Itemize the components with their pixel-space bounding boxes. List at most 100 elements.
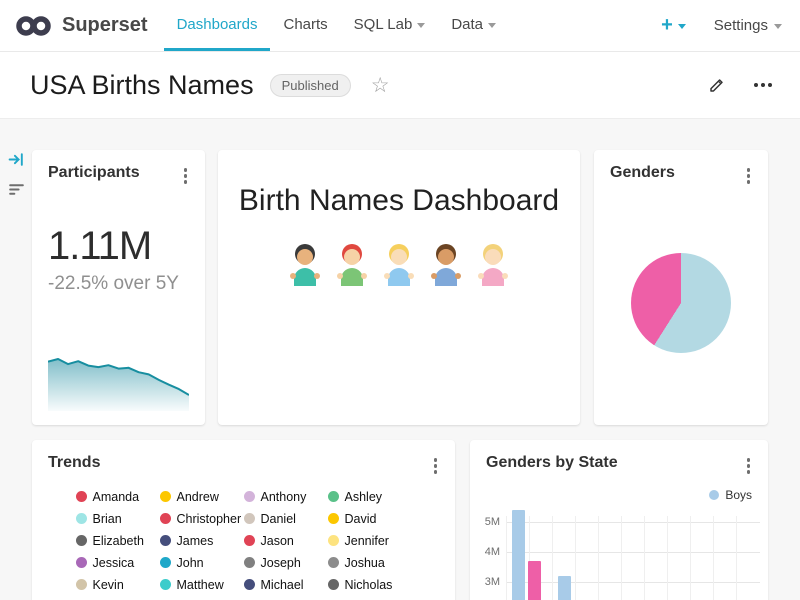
genders-by-state-card: Genders by State Boys 5M 4M 3M bbox=[470, 440, 768, 600]
legend-label: Brian bbox=[93, 512, 122, 526]
legend-label: Andrew bbox=[177, 490, 219, 504]
gridline bbox=[690, 516, 691, 600]
y-axis-tick: 3M bbox=[472, 576, 500, 588]
child-figure bbox=[286, 242, 324, 288]
legend-dot bbox=[160, 535, 171, 546]
gridline bbox=[552, 516, 553, 600]
gridline bbox=[506, 552, 760, 553]
legend-item-brian[interactable]: Brian bbox=[76, 512, 160, 526]
legend-item-michael[interactable]: Michael bbox=[244, 578, 328, 592]
main-nav: Dashboards Charts SQL Lab Data bbox=[164, 0, 509, 51]
trends-card-title: Trends bbox=[48, 454, 100, 472]
legend-dot bbox=[76, 557, 87, 568]
gridline bbox=[644, 516, 645, 600]
legend-dot bbox=[160, 491, 171, 502]
legend-dot bbox=[328, 579, 339, 590]
gridline bbox=[736, 516, 737, 600]
legend-item-joshua[interactable]: Joshua bbox=[328, 556, 412, 570]
legend-dot bbox=[328, 491, 339, 502]
legend-dot bbox=[160, 579, 171, 590]
kebab-menu-icon[interactable] bbox=[741, 454, 757, 478]
status-badge[interactable]: Published bbox=[270, 74, 351, 97]
legend-item-james[interactable]: James bbox=[160, 534, 244, 548]
legend-dot bbox=[160, 513, 171, 524]
gridline bbox=[506, 522, 760, 523]
favorite-star-icon[interactable]: ☆ bbox=[371, 73, 390, 98]
legend-label: Michael bbox=[261, 578, 304, 592]
legend-item-joseph[interactable]: Joseph bbox=[244, 556, 328, 570]
legend-label: Anthony bbox=[261, 490, 307, 504]
legend-item-boys[interactable]: Boys bbox=[709, 488, 752, 502]
child-figure bbox=[474, 242, 512, 288]
legend-label: Joshua bbox=[345, 556, 385, 570]
legend-label: James bbox=[177, 534, 214, 548]
kebab-menu-icon[interactable] bbox=[178, 164, 194, 188]
kebab-menu-icon[interactable] bbox=[428, 454, 444, 478]
legend-item-david[interactable]: David bbox=[328, 512, 412, 526]
legend-item-andrew[interactable]: Andrew bbox=[160, 490, 244, 504]
y-axis-tick: 4M bbox=[472, 546, 500, 558]
legend-item-john[interactable]: John bbox=[160, 556, 244, 570]
legend-label: Jason bbox=[261, 534, 294, 548]
nav-charts[interactable]: Charts bbox=[270, 0, 340, 51]
legend-item-nicholas[interactable]: Nicholas bbox=[328, 578, 412, 592]
legend-item-jason[interactable]: Jason bbox=[244, 534, 328, 548]
gridline bbox=[621, 516, 622, 600]
legend-item-jennifer[interactable]: Jennifer bbox=[328, 534, 412, 548]
legend-item-elizabeth[interactable]: Elizabeth bbox=[76, 534, 160, 548]
dashboard-header: USA Births Names Published ☆ bbox=[0, 52, 800, 119]
legend-label: Joseph bbox=[261, 556, 301, 570]
legend-item-jessica[interactable]: Jessica bbox=[76, 556, 160, 570]
kebab-menu-icon[interactable] bbox=[741, 164, 757, 188]
children-illustration bbox=[218, 242, 580, 288]
expand-filter-bar-icon[interactable] bbox=[8, 151, 25, 168]
legend-dot bbox=[160, 557, 171, 568]
legend-item-daniel[interactable]: Daniel bbox=[244, 512, 328, 526]
legend-dot bbox=[76, 535, 87, 546]
genders-pie-chart[interactable] bbox=[631, 253, 731, 353]
legend-label: Jennifer bbox=[345, 534, 389, 548]
nav-dashboards[interactable]: Dashboards bbox=[164, 0, 271, 51]
legend-item-anthony[interactable]: Anthony bbox=[244, 490, 328, 504]
superset-app: Superset Dashboards Charts SQL Lab Data … bbox=[0, 0, 800, 600]
settings-label: Settings bbox=[714, 17, 768, 34]
edit-pencil-icon[interactable] bbox=[708, 76, 726, 94]
legend-label: Ashley bbox=[345, 490, 383, 504]
nav-sql-lab[interactable]: SQL Lab bbox=[341, 0, 439, 51]
child-figure bbox=[427, 242, 465, 288]
legend-item-christopher[interactable]: Christopher bbox=[160, 512, 244, 526]
legend-dot bbox=[328, 535, 339, 546]
participants-subheader: -22.5% over 5Y bbox=[48, 273, 205, 295]
legend-dot bbox=[244, 535, 255, 546]
gridline bbox=[575, 516, 576, 600]
legend-item-amanda[interactable]: Amanda bbox=[76, 490, 160, 504]
y-axis-tick: 5M bbox=[472, 516, 500, 528]
legend-label: Matthew bbox=[177, 578, 224, 592]
legend-item-matthew[interactable]: Matthew bbox=[160, 578, 244, 592]
legend-item-kevin[interactable]: Kevin bbox=[76, 578, 160, 592]
new-item-button[interactable]: + bbox=[661, 14, 686, 37]
legend-dot bbox=[328, 557, 339, 568]
legend-dot bbox=[244, 579, 255, 590]
legend-label: Boys bbox=[725, 488, 752, 502]
filter-icon[interactable] bbox=[8, 181, 25, 198]
infinity-logo-icon bbox=[14, 12, 54, 40]
navbar-spacer bbox=[509, 0, 661, 51]
superset-logo[interactable]: Superset bbox=[14, 0, 148, 51]
gridline bbox=[667, 516, 668, 600]
child-figure bbox=[333, 242, 371, 288]
legend-label: John bbox=[177, 556, 204, 570]
child-figure bbox=[380, 242, 418, 288]
legend-item-ashley[interactable]: Ashley bbox=[328, 490, 412, 504]
nav-sql-lab-label: SQL Lab bbox=[354, 16, 413, 33]
legend-label: Elizabeth bbox=[93, 534, 144, 548]
more-options-icon[interactable] bbox=[750, 79, 776, 91]
dashboard-headline: Birth Names Dashboard bbox=[218, 184, 580, 218]
nav-data[interactable]: Data bbox=[438, 0, 509, 51]
bar-girls bbox=[528, 561, 541, 600]
chevron-down-icon bbox=[488, 23, 496, 28]
legend-dot bbox=[328, 513, 339, 524]
trends-card: Trends Amanda Andrew Anthony Ashley Brian Chr… bbox=[32, 440, 455, 600]
settings-menu[interactable]: Settings bbox=[714, 17, 782, 34]
genders-by-state-chart: 5M 4M 3M bbox=[470, 510, 768, 600]
